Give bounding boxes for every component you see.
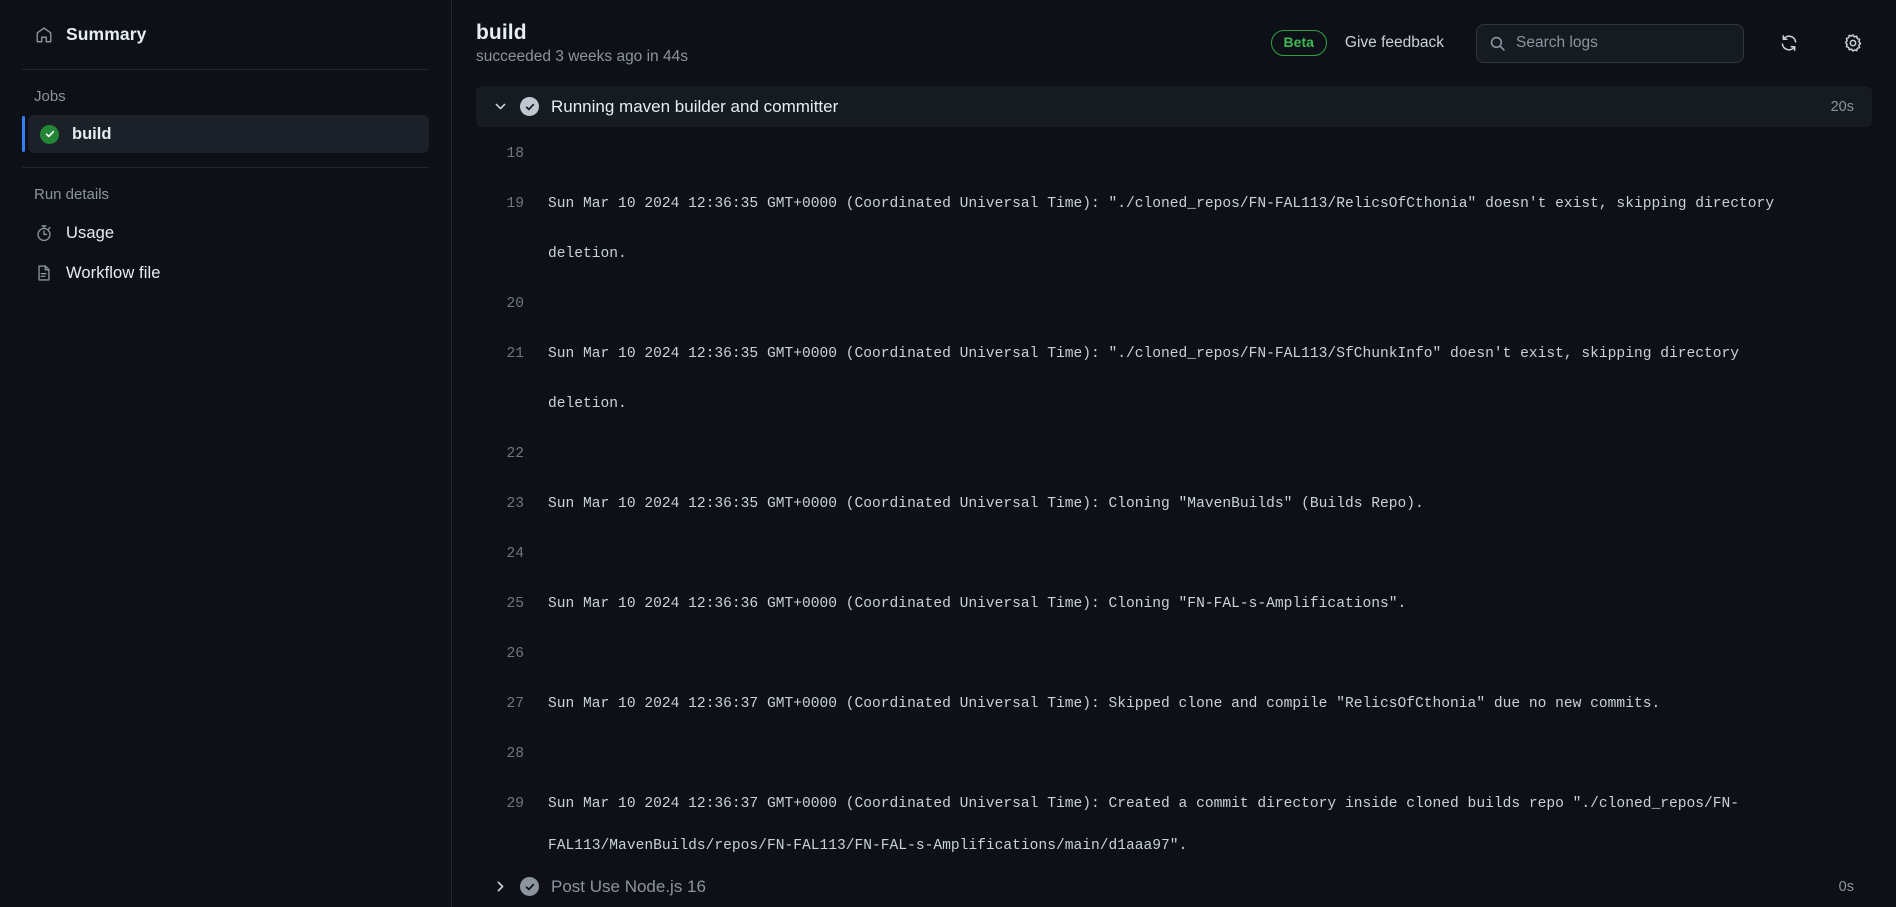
log-line-text: Sun Mar 10 2024 12:36:37 GMT+0000 (Coord… <box>548 696 1661 712</box>
log-line-number: 25 <box>506 596 524 612</box>
log-line-text: Sun Mar 10 2024 12:36:35 GMT+0000 (Coord… <box>548 346 1748 412</box>
give-feedback-link[interactable]: Give feedback <box>1345 34 1444 52</box>
chevron-down-icon <box>492 99 508 115</box>
sidebar-item-summary-label: Summary <box>66 24 147 44</box>
workflow-run-page: Summary Jobs build Run details Usage Wor… <box>0 0 1896 907</box>
header-titles: build succeeded 3 weeks ago in 44s <box>476 21 688 66</box>
stopwatch-icon <box>34 224 53 243</box>
sidebar: Summary Jobs build Run details Usage Wor… <box>0 0 452 907</box>
step-name: Running maven builder and committer <box>551 96 839 116</box>
log-line-number: 22 <box>506 446 524 462</box>
step-duration: 20s <box>1830 98 1854 115</box>
log-line: 26 <box>476 629 1872 679</box>
selected-indicator <box>22 116 25 152</box>
chevron-right-icon <box>492 879 508 895</box>
settings-button[interactable] <box>1834 24 1872 62</box>
sidebar-item-workflow-file[interactable]: Workflow file <box>22 253 429 293</box>
search-icon <box>1489 35 1506 52</box>
log-line: 25 Sun Mar 10 2024 12:36:36 GMT+0000 (Coo… <box>476 579 1872 629</box>
beta-badge: Beta <box>1270 30 1327 56</box>
log-line-number: 26 <box>506 646 524 662</box>
refresh-button[interactable] <box>1770 24 1808 62</box>
log-line: 29 Sun Mar 10 2024 12:36:37 GMT+0000 (Coo… <box>476 779 1872 866</box>
refresh-icon <box>1779 33 1799 53</box>
page-title: build <box>476 20 527 44</box>
log-line-number: 21 <box>506 346 524 362</box>
log-output[interactable]: 18 19 Sun Mar 10 2024 12:36:35 GMT+0000 (C… <box>476 127 1872 866</box>
log-line-text: Sun Mar 10 2024 12:36:35 GMT+0000 (Coord… <box>548 496 1424 512</box>
log-line: 24 <box>476 529 1872 579</box>
log-line: 18 <box>476 129 1872 179</box>
log-line-number: 20 <box>506 296 524 312</box>
check-circle-icon <box>520 877 539 896</box>
sidebar-jobs-heading: Jobs <box>34 88 66 105</box>
search-input[interactable] <box>1516 34 1731 52</box>
sidebar-divider-top <box>22 69 429 70</box>
home-icon <box>34 25 53 44</box>
sidebar-item-summary[interactable]: Summary <box>22 14 429 55</box>
sidebar-item-job-build[interactable]: build <box>22 115 429 153</box>
log-line-number: 19 <box>506 196 524 212</box>
log-line: 19 Sun Mar 10 2024 12:36:35 GMT+0000 (Coo… <box>476 179 1872 279</box>
log-line-text: Sun Mar 10 2024 12:36:35 GMT+0000 (Coord… <box>548 196 1783 262</box>
sidebar-run-details-heading: Run details <box>34 186 110 203</box>
sidebar-item-workflow-file-label: Workflow file <box>66 263 161 282</box>
log-body: Running maven builder and committer 20s … <box>452 86 1896 907</box>
step-header-post-use-nodejs-16[interactable]: Post Use Node.js 16 0s <box>476 866 1872 907</box>
step-name: Post Use Node.js 16 <box>551 876 706 896</box>
gear-icon <box>1843 33 1863 53</box>
log-line-text: Sun Mar 10 2024 12:36:37 GMT+0000 (Coord… <box>548 796 1740 854</box>
log-line: 20 <box>476 279 1872 329</box>
log-panel: build succeeded 3 weeks ago in 44s Beta … <box>452 0 1896 907</box>
sidebar-item-usage[interactable]: Usage <box>22 213 429 253</box>
log-line: 21 Sun Mar 10 2024 12:36:35 GMT+0000 (Coo… <box>476 329 1872 429</box>
workflow-file-icon <box>34 264 53 283</box>
run-status-subtitle: succeeded 3 weeks ago in 44s <box>476 47 688 65</box>
sidebar-item-usage-label: Usage <box>66 223 115 242</box>
step-duration: 0s <box>1838 878 1854 895</box>
log-line-number: 28 <box>506 746 524 762</box>
sidebar-job-label: build <box>72 124 112 143</box>
log-line-number: 23 <box>506 496 524 512</box>
sidebar-divider-jobs <box>22 167 429 168</box>
step-header-running-maven-builder[interactable]: Running maven builder and committer 20s <box>476 86 1872 127</box>
log-line-number: 27 <box>506 696 524 712</box>
search-logs-box[interactable] <box>1476 23 1744 63</box>
log-header: build succeeded 3 weeks ago in 44s Beta … <box>452 0 1896 86</box>
log-line: 27 Sun Mar 10 2024 12:36:37 GMT+0000 (Coo… <box>476 679 1872 729</box>
log-line: 22 <box>476 429 1872 479</box>
check-circle-icon <box>40 124 59 144</box>
log-line: 28 <box>476 729 1872 779</box>
log-line-text: Sun Mar 10 2024 12:36:36 GMT+0000 (Coord… <box>548 596 1407 612</box>
sidebar-run-details-list: Usage Workflow file <box>22 213 429 293</box>
check-circle-icon <box>520 97 539 116</box>
log-line-number: 24 <box>506 546 524 562</box>
log-line-number: 29 <box>506 796 524 812</box>
log-line: 23 Sun Mar 10 2024 12:36:35 GMT+0000 (Coo… <box>476 479 1872 529</box>
log-line-number: 18 <box>506 146 524 162</box>
